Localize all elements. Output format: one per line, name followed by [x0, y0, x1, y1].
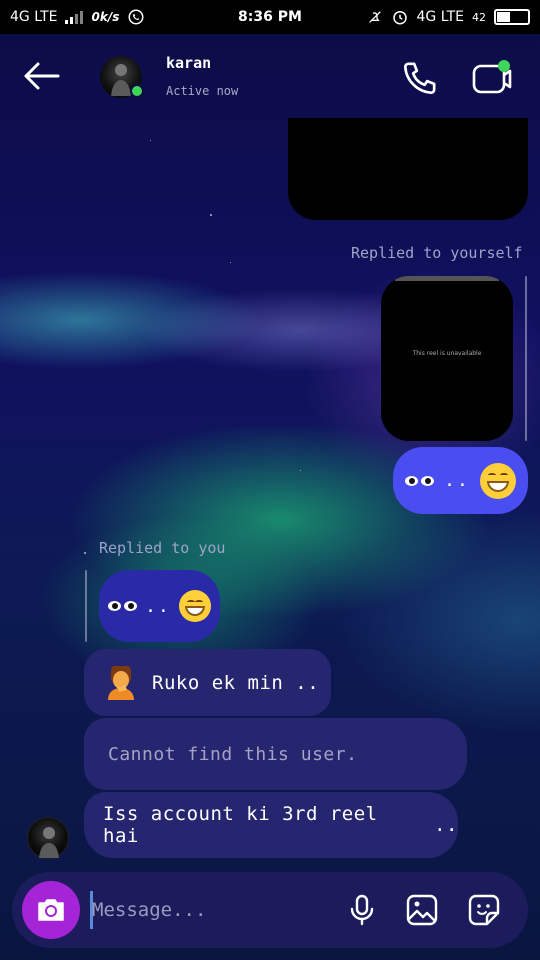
reel-reply-thumbnail[interactable]: This reel is unavailable	[381, 276, 513, 441]
message-input[interactable]	[92, 890, 332, 930]
star	[300, 470, 301, 471]
replied-to-yourself-label: Replied to yourself	[351, 244, 523, 262]
their-message-bubble[interactable]: Ruko ek min ..	[84, 649, 331, 716]
reel-progress-strip	[395, 276, 499, 281]
replied-to-you-label: Replied to you	[99, 539, 226, 557]
camera-button[interactable]	[22, 881, 80, 939]
grinning-face-emoji-icon	[178, 590, 211, 622]
star	[210, 214, 212, 216]
message-text-dots: ..	[434, 814, 458, 836]
network-type-right: 4G LTE	[416, 9, 464, 25]
facepalm-emoji-icon	[108, 665, 134, 700]
message-composer	[12, 872, 528, 948]
message-text: Iss account ki 3rd reel hai	[103, 803, 378, 847]
message-text: Cannot find this user.	[108, 743, 358, 765]
microphone-button[interactable]	[342, 890, 382, 930]
contact-avatar[interactable]	[100, 56, 144, 98]
chat-header: karan Active now	[0, 34, 540, 118]
contact-status: Active now	[166, 84, 239, 98]
eyes-emoji-icon	[405, 475, 435, 486]
their-message-bubble[interactable]: Cannot find this user.	[84, 718, 467, 790]
star	[150, 140, 151, 141]
whatsapp-icon	[128, 9, 144, 25]
network-type-left: 4G LTE	[10, 9, 58, 25]
battery-icon	[494, 9, 530, 25]
status-bar: 4G LTE 0k/s 8:36 PM 4G LTE 42	[0, 0, 540, 34]
star	[230, 262, 231, 263]
phone-icon[interactable]	[400, 58, 440, 98]
star	[84, 552, 86, 554]
quoted-message-bubble[interactable]: ..	[99, 570, 220, 642]
signal-icon	[65, 10, 84, 24]
contact-name[interactable]: karan	[166, 54, 211, 72]
microphone-icon	[350, 894, 374, 926]
online-indicator	[130, 84, 144, 98]
sticker-button[interactable]	[464, 890, 504, 930]
gallery-button[interactable]	[402, 890, 442, 930]
sticker-icon	[468, 894, 500, 926]
their-message-bubble[interactable]: Iss account ki 3rd reel hai ..	[84, 792, 458, 858]
camera-icon	[38, 899, 64, 921]
sender-avatar[interactable]	[27, 817, 69, 859]
eyes-emoji-icon	[108, 601, 138, 611]
mute-icon	[368, 11, 381, 23]
shared-media-message[interactable]	[288, 118, 528, 220]
grinning-face-emoji-icon	[479, 462, 516, 499]
avatar-figure-icon	[39, 827, 59, 858]
my-message-bubble[interactable]: ..	[393, 447, 528, 514]
video-call-button[interactable]	[470, 58, 514, 98]
reply-indicator-bar	[525, 276, 527, 441]
video-active-indicator	[498, 60, 510, 72]
message-text: Ruko ek min ..	[152, 671, 320, 694]
network-speed: 0k/s	[91, 10, 120, 24]
dots-text: ..	[145, 595, 171, 617]
dots-text: ..	[444, 470, 470, 491]
image-icon	[406, 894, 438, 926]
battery-percent: 42	[472, 10, 486, 24]
reel-caption: This reel is unavailable	[412, 350, 482, 357]
arrow-left-icon[interactable]	[20, 60, 64, 92]
alarm-icon	[392, 11, 407, 25]
reply-indicator-bar	[85, 570, 87, 642]
